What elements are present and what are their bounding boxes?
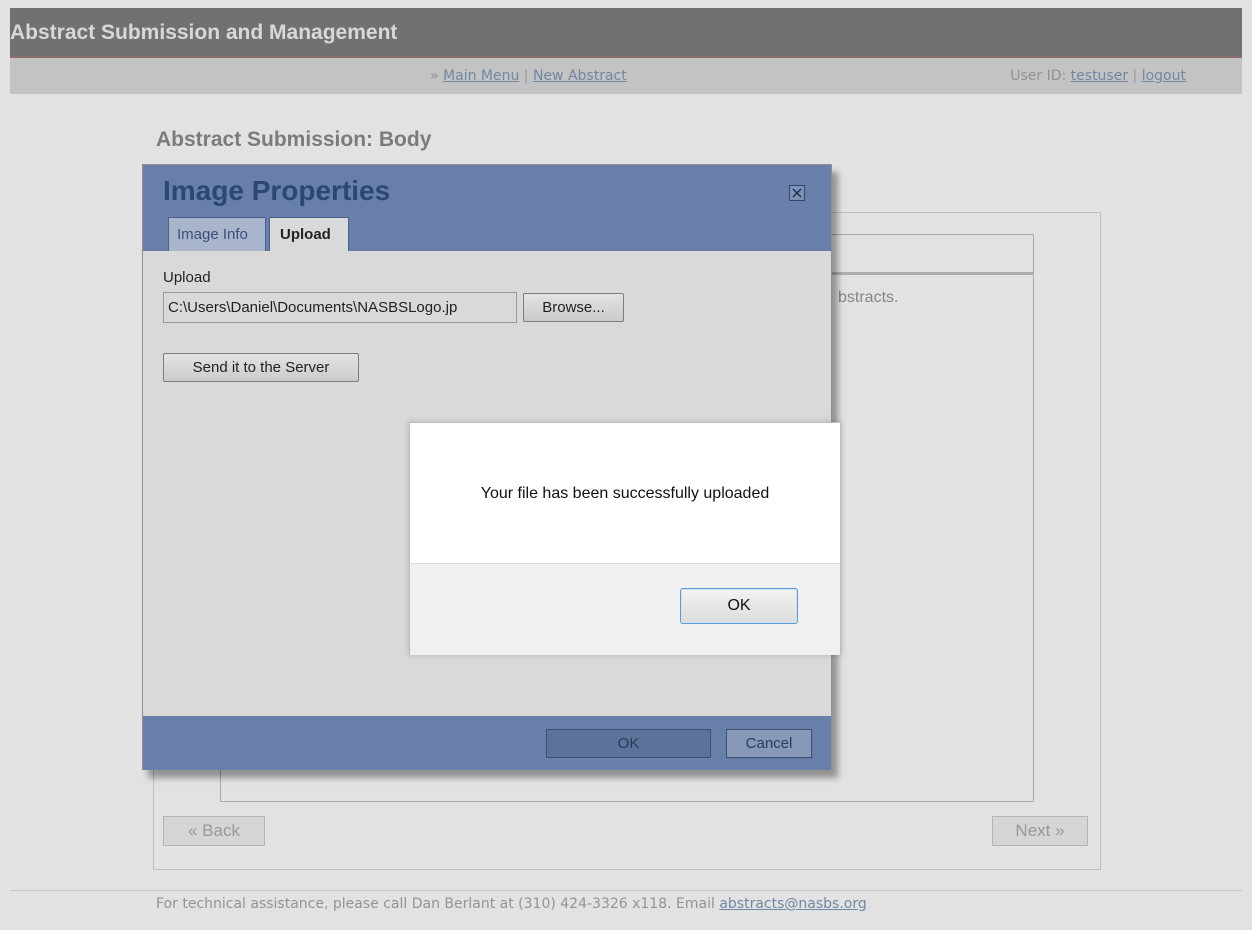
alert-message: Your file has been successfully uploaded — [480, 485, 770, 502]
dialog-header: Image Properties Image Info Upload — [143, 165, 831, 251]
tab-image-info[interactable]: Image Info — [168, 217, 266, 251]
alert-ok-button[interactable]: OK — [680, 588, 798, 624]
upload-label: Upload — [163, 269, 211, 286]
alert-footer: OK — [410, 563, 840, 655]
upload-success-alert: Your file has been successfully uploaded… — [409, 422, 841, 655]
browse-button[interactable]: Browse... — [523, 293, 624, 322]
file-path-input[interactable] — [163, 292, 517, 323]
dialog-ok-button[interactable]: OK — [546, 729, 711, 758]
dialog-footer: OK Cancel — [143, 716, 831, 770]
dialog-title: Image Properties — [163, 175, 391, 206]
close-icon[interactable] — [789, 185, 805, 201]
dialog-cancel-button[interactable]: Cancel — [726, 729, 812, 758]
tab-upload[interactable]: Upload — [269, 217, 349, 251]
send-to-server-button[interactable]: Send it to the Server — [163, 353, 359, 382]
